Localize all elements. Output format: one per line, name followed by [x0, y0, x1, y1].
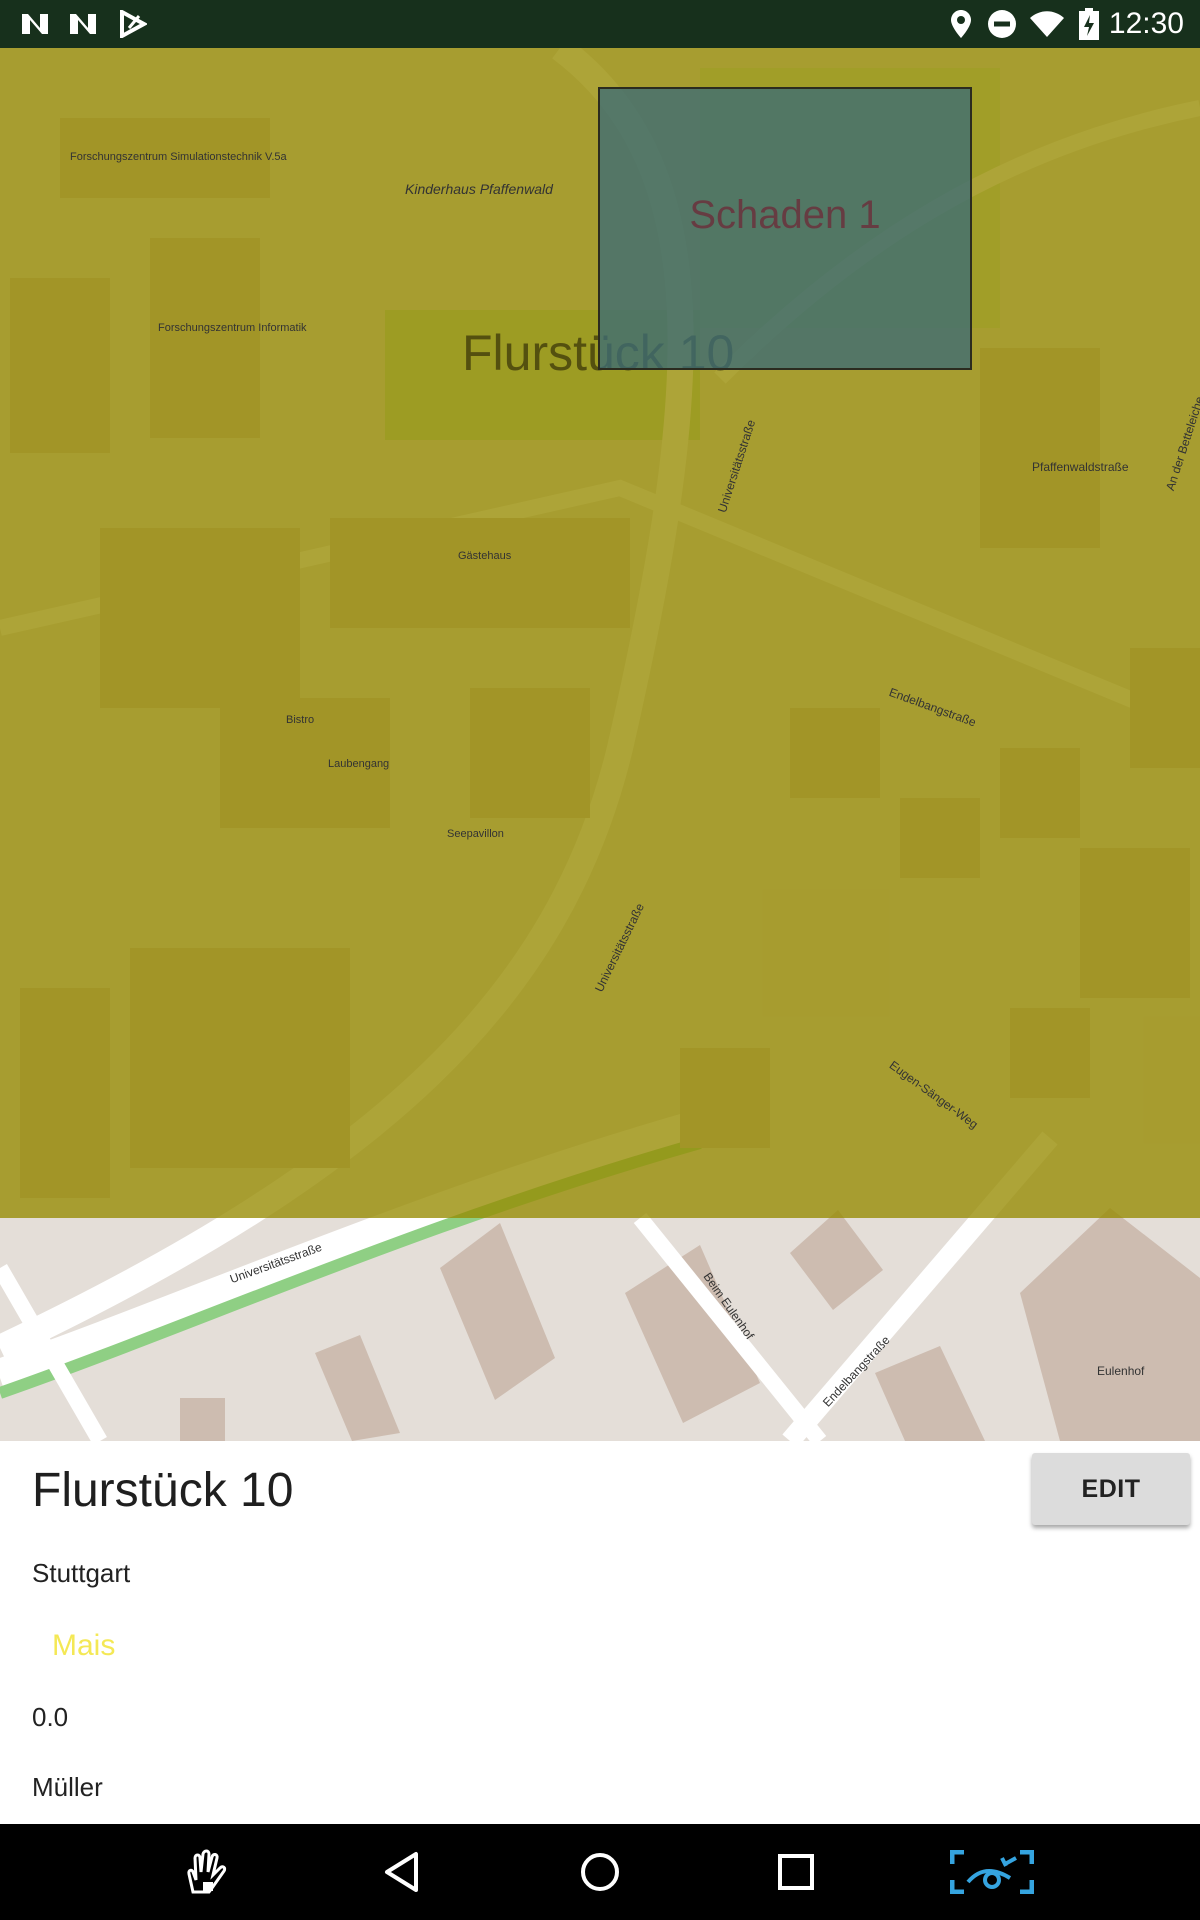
place-label: Seepavillon	[447, 828, 504, 840]
place-label: Laubengang	[328, 758, 390, 770]
place-label: Gästehaus	[458, 550, 512, 562]
place-label: Bistro	[286, 714, 315, 726]
edit-button[interactable]: EDIT	[1032, 1453, 1190, 1525]
home-icon[interactable]	[570, 1844, 630, 1900]
parcel-title: Flurstück 10	[32, 1464, 294, 1517]
wifi-icon	[1027, 8, 1067, 40]
map-view[interactable]: Flurstück 10 Schaden 1 Universitätsstraß…	[0, 48, 1200, 1441]
recents-icon[interactable]	[766, 1844, 826, 1900]
street-label: Eulenhof	[1097, 1364, 1145, 1378]
place-label: Forschungszentrum Simulationstechnik V.5…	[70, 151, 287, 163]
notification-n-icon	[66, 8, 100, 40]
battery-charging-icon	[1076, 8, 1102, 40]
street-label: Pfaffenwaldstraße	[1032, 460, 1129, 474]
damage-polygon[interactable]: Schaden 1	[598, 87, 972, 370]
screen-capture-icon[interactable]	[950, 1844, 1034, 1900]
back-icon[interactable]	[372, 1844, 432, 1900]
place-label: Kinderhaus Pfaffenwald	[405, 181, 553, 197]
damage-map-label: Schaden 1	[689, 193, 881, 237]
do-not-disturb-icon	[985, 8, 1019, 40]
navigation-bar	[0, 1824, 1200, 1920]
notification-n-icon	[18, 8, 52, 40]
parcel-city: Stuttgart	[32, 1558, 131, 1588]
parcel-value: 0.0	[32, 1702, 69, 1732]
place-label: Forschungszentrum Informatik	[158, 322, 307, 334]
play-store-icon	[116, 8, 150, 40]
accessibility-hand-icon[interactable]	[178, 1844, 238, 1900]
parcel-detail-sheet: Flurstück 10 EDIT Stuttgart Mais 0.0 Mül…	[0, 1441, 1200, 1824]
parcel-crop: Mais	[52, 1629, 116, 1662]
status-bar: 12:30	[0, 0, 1200, 48]
location-icon	[944, 8, 978, 40]
parcel-owner: Müller	[32, 1772, 103, 1802]
status-clock: 12:30	[1108, 7, 1184, 40]
app-screen: 12:30 Flurstück Schaden 1 Universitätsst…	[0, 0, 1200, 1920]
